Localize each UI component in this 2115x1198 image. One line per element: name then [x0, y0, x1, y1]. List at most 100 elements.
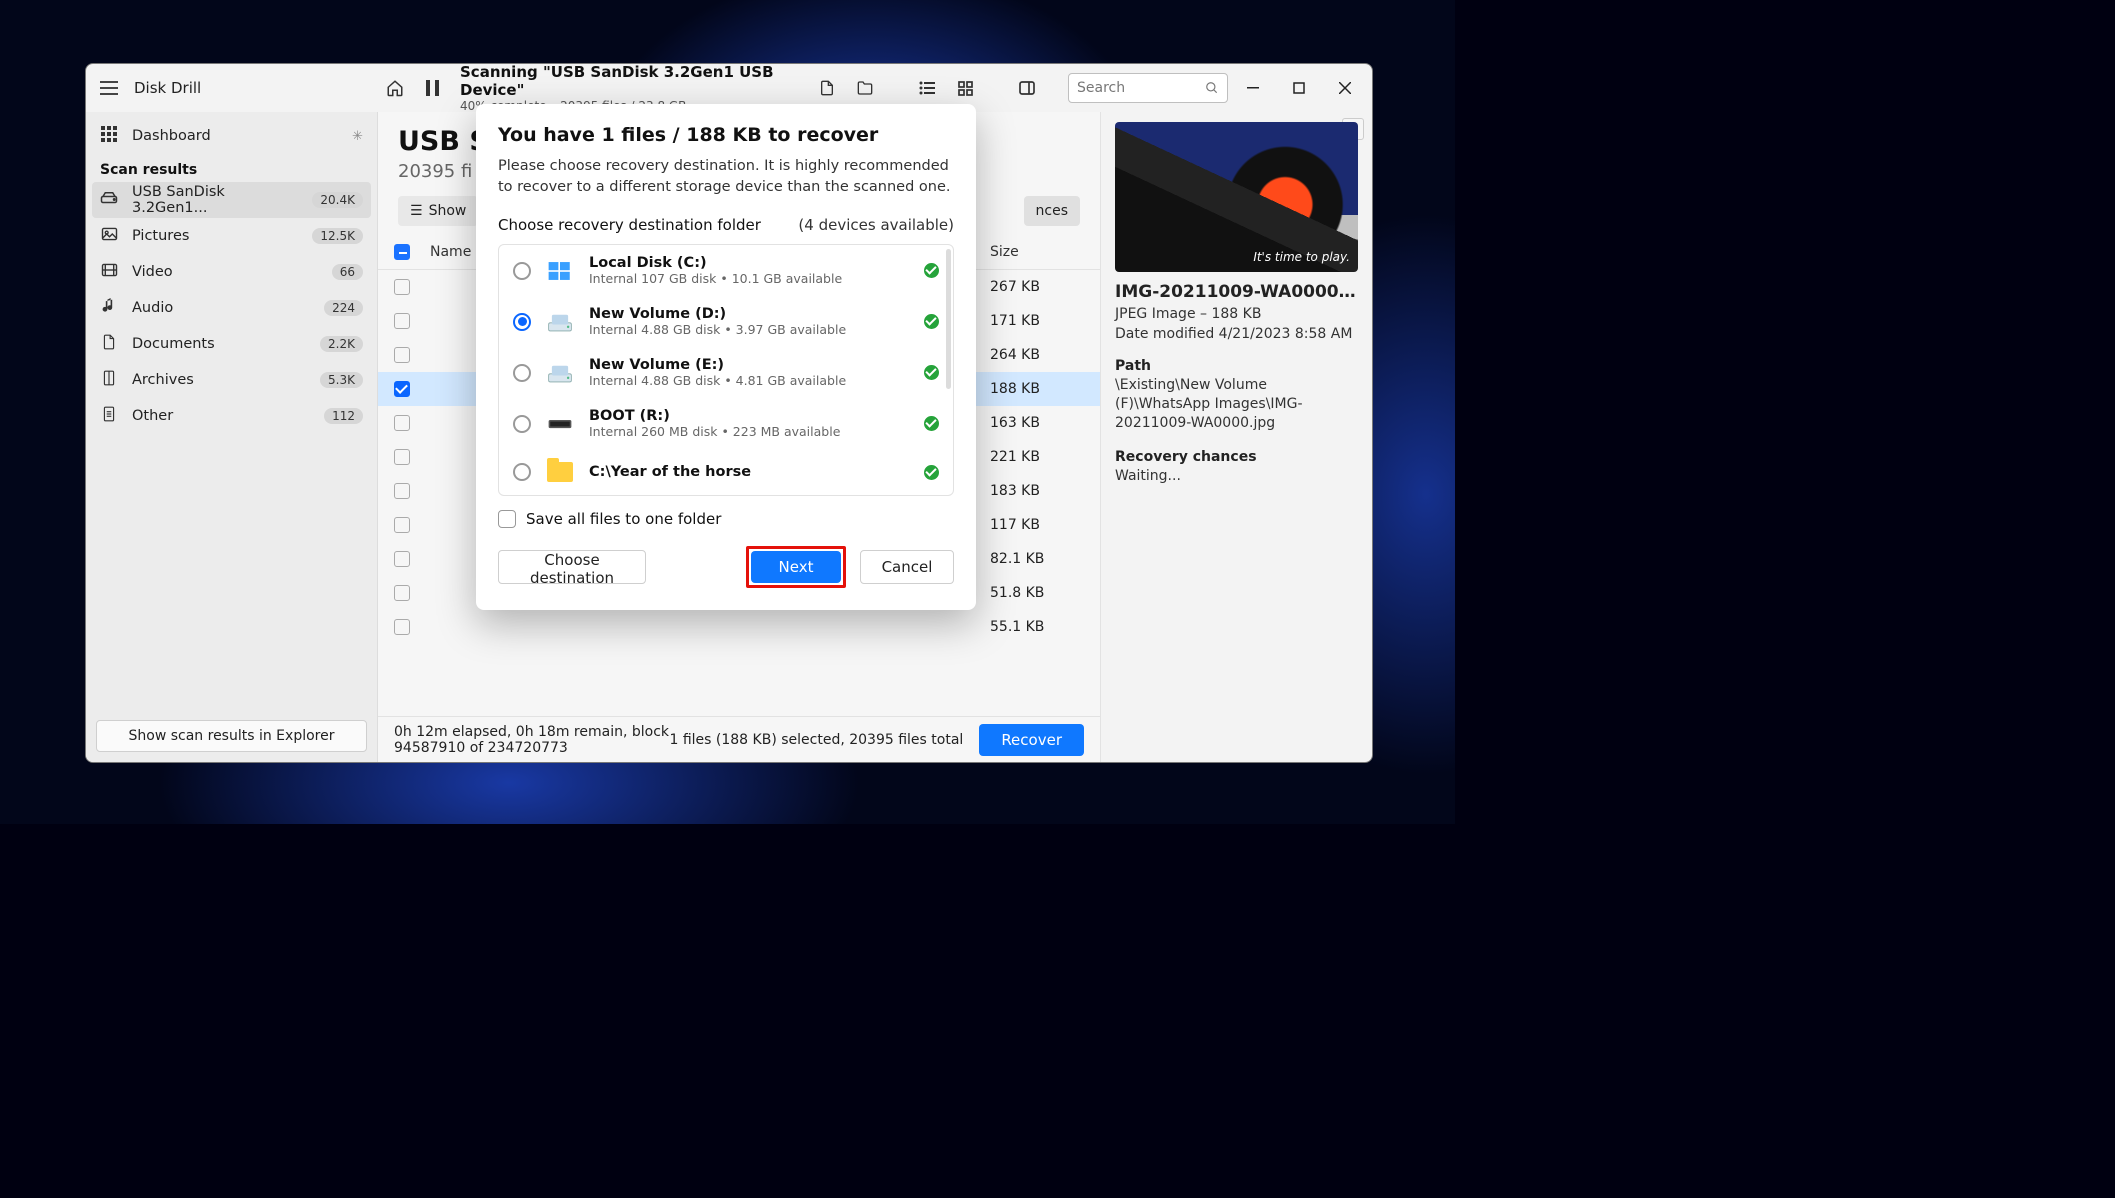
- details-pane-icon[interactable]: [1010, 71, 1044, 105]
- pause-icon[interactable]: [416, 71, 450, 105]
- app-window: Disk Drill Scanning "USB SanDisk 3.2Gen1…: [85, 63, 1373, 763]
- grid-view-icon[interactable]: [948, 71, 982, 105]
- checkbox-icon[interactable]: [498, 510, 516, 528]
- maximize-button[interactable]: [1278, 71, 1320, 105]
- recovery-destination-modal: You have 1 files / 188 KB to recover Ple…: [476, 104, 976, 610]
- row-checkbox[interactable]: [394, 551, 410, 567]
- row-checkbox[interactable]: [394, 517, 410, 533]
- row-size: 264 KB: [990, 347, 1080, 363]
- radio-icon[interactable]: [513, 313, 531, 331]
- row-size: 221 KB: [990, 449, 1080, 465]
- destination-sub: Internal 260 MB disk • 223 MB available: [589, 424, 910, 439]
- destination-option[interactable]: C:\Year of the horse: [499, 449, 953, 495]
- pictures-icon: [100, 227, 118, 245]
- row-size: 51.8 KB: [990, 585, 1080, 601]
- documents-icon: [100, 334, 118, 354]
- sidebar-item-other[interactable]: Other 112: [86, 398, 377, 434]
- destination-option[interactable]: New Volume (E:) Internal 4.88 GB disk • …: [499, 347, 953, 398]
- app-title: Disk Drill: [134, 79, 201, 97]
- drive-icon: [545, 258, 575, 284]
- drive-icon: [545, 360, 575, 386]
- sidebar-item-video[interactable]: Video 66: [86, 254, 377, 290]
- row-checkbox[interactable]: [394, 483, 410, 499]
- row-size: 188 KB: [990, 381, 1080, 397]
- filter-chances[interactable]: nces: [1024, 196, 1080, 226]
- show-in-explorer-button[interactable]: Show scan results in Explorer: [96, 720, 367, 752]
- search-input[interactable]: Search: [1068, 73, 1228, 103]
- row-size: 163 KB: [990, 415, 1080, 431]
- table-row[interactable]: 55.1 KB: [378, 610, 1100, 644]
- file-icon[interactable]: [810, 71, 844, 105]
- list-view-icon[interactable]: [910, 71, 944, 105]
- home-icon[interactable]: [378, 71, 412, 105]
- menu-icon[interactable]: [100, 81, 118, 95]
- close-button[interactable]: [1324, 71, 1366, 105]
- sidebar-item-device[interactable]: USB SanDisk 3.2Gen1... 20.4K: [92, 182, 371, 218]
- sidebar-item-documents[interactable]: Documents 2.2K: [86, 326, 377, 362]
- sidebar-dashboard[interactable]: Dashboard ✳: [86, 118, 377, 154]
- audio-icon: [100, 298, 118, 318]
- row-size: 55.1 KB: [990, 619, 1080, 635]
- destination-option[interactable]: BOOT (R:) Internal 260 MB disk • 223 MB …: [499, 398, 953, 449]
- details-type: JPEG Image – 188 KB: [1115, 306, 1358, 322]
- destination-name: BOOT (R:): [589, 408, 910, 424]
- radio-icon[interactable]: [513, 463, 531, 481]
- destination-option[interactable]: New Volume (D:) Internal 4.88 GB disk • …: [499, 296, 953, 347]
- select-all-checkbox[interactable]: [394, 244, 410, 260]
- column-size[interactable]: Size: [990, 244, 1080, 260]
- details-modified: Date modified 4/21/2023 8:58 AM: [1115, 326, 1358, 342]
- recover-button[interactable]: Recover: [979, 724, 1084, 756]
- filter-show[interactable]: ☰Show: [398, 196, 478, 226]
- row-checkbox[interactable]: [394, 585, 410, 601]
- row-checkbox[interactable]: [394, 381, 410, 397]
- ok-icon: [924, 263, 939, 278]
- destination-name: New Volume (D:): [589, 306, 910, 322]
- ok-icon: [924, 465, 939, 480]
- row-size: 267 KB: [990, 279, 1080, 295]
- row-checkbox[interactable]: [394, 347, 410, 363]
- scan-status-title: Scanning "USB SanDisk 3.2Gen1 USB Device…: [460, 63, 806, 99]
- sidebar-item-audio[interactable]: Audio 224: [86, 290, 377, 326]
- sidebar-item-pictures[interactable]: Pictures 12.5K: [86, 218, 377, 254]
- radio-icon[interactable]: [513, 262, 531, 280]
- folder-icon[interactable]: [848, 71, 882, 105]
- scrollbar[interactable]: [946, 249, 951, 389]
- ok-icon: [924, 365, 939, 380]
- archives-icon: [100, 370, 118, 390]
- save-one-folder-option[interactable]: Save all files to one folder: [498, 510, 954, 528]
- next-button[interactable]: Next: [751, 551, 841, 583]
- row-checkbox[interactable]: [394, 279, 410, 295]
- row-checkbox[interactable]: [394, 449, 410, 465]
- modal-desc: Please choose recovery destination. It i…: [498, 156, 954, 198]
- selection-text: 1 files (188 KB) selected, 20395 files t…: [669, 732, 963, 748]
- destination-name: C:\Year of the horse: [589, 464, 910, 480]
- modal-devices-count: (4 devices available): [798, 216, 954, 234]
- elapsed-text: 0h 12m elapsed, 0h 18m remain, block 945…: [394, 724, 669, 756]
- sidebar-item-archives[interactable]: Archives 5.3K: [86, 362, 377, 398]
- video-icon: [100, 263, 118, 281]
- destination-name: New Volume (E:): [589, 357, 910, 373]
- sidebar-section-scan: Scan results: [86, 154, 377, 182]
- modal-title: You have 1 files / 188 KB to recover: [498, 124, 954, 146]
- details-path-label: Path: [1115, 358, 1358, 374]
- row-checkbox[interactable]: [394, 619, 410, 635]
- destination-option[interactable]: Local Disk (C:) Internal 107 GB disk • 1…: [499, 245, 953, 296]
- search-icon: [1205, 81, 1219, 95]
- cancel-button[interactable]: Cancel: [860, 550, 954, 584]
- radio-icon[interactable]: [513, 415, 531, 433]
- details-path: \Existing\New Volume (F)\WhatsApp Images…: [1115, 376, 1358, 433]
- details-chances: Waiting...: [1115, 467, 1358, 486]
- loading-icon: ✳: [352, 129, 363, 144]
- destination-sub: Internal 107 GB disk • 10.1 GB available: [589, 271, 910, 286]
- details-chances-label: Recovery chances: [1115, 449, 1358, 465]
- row-checkbox[interactable]: [394, 415, 410, 431]
- ok-icon: [924, 314, 939, 329]
- choose-destination-button[interactable]: Choose destination: [498, 550, 646, 584]
- next-button-highlight: Next: [746, 546, 846, 588]
- details-filename: IMG-20211009-WA0000.j...: [1115, 282, 1358, 302]
- details-panel: ↗ It's time to play. IMG-20211009-WA0000…: [1100, 112, 1372, 762]
- minimize-button[interactable]: [1232, 71, 1274, 105]
- radio-icon[interactable]: [513, 364, 531, 382]
- row-checkbox[interactable]: [394, 313, 410, 329]
- row-size: 82.1 KB: [990, 551, 1080, 567]
